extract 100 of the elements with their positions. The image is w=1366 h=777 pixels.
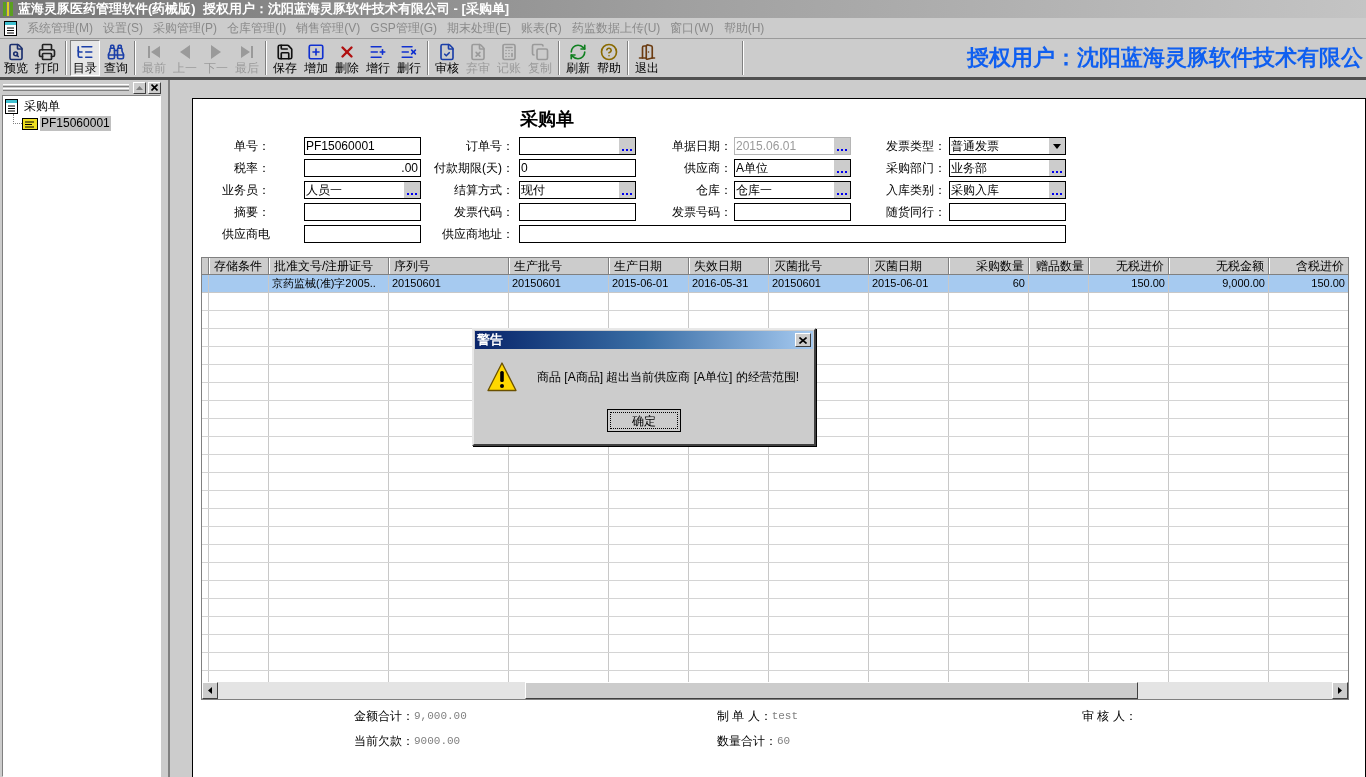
column-header[interactable]: 存储条件 bbox=[209, 258, 269, 274]
tree-item[interactable]: 采购单 bbox=[23, 98, 61, 114]
field-label: 发票号码： bbox=[671, 204, 733, 221]
scroll-thumb[interactable] bbox=[525, 682, 1138, 699]
table-cell: 京药监械(准)字2005.. bbox=[269, 275, 389, 292]
column-header[interactable]: 批准文号/注册证号 bbox=[269, 258, 389, 274]
close-button[interactable] bbox=[795, 333, 811, 347]
form-title: 采购单 bbox=[520, 109, 574, 129]
collapse-button[interactable] bbox=[133, 81, 146, 94]
right-arrow-icon bbox=[1338, 687, 1342, 694]
toolbar-button[interactable]: 保存 bbox=[270, 40, 300, 76]
document-icon bbox=[4, 20, 17, 36]
calculator-icon bbox=[500, 43, 518, 61]
field-label: 摘要： bbox=[233, 204, 271, 221]
input-field[interactable]: .00 bbox=[304, 159, 421, 177]
table-row[interactable]: 京药监械(准)字2005.. 20150601 20150601 2015-06-01 2016-05-31 20150601 2015-06-01 60 150.00 9,000.00 150.00 bbox=[202, 275, 1348, 293]
dialog-message: 商品 [A商品] 超出当前供应商 [A单位] 的经营范围! bbox=[537, 369, 799, 385]
dialog-title: 警告 bbox=[477, 332, 503, 348]
dropdown[interactable]: 普通发票 bbox=[949, 137, 1066, 155]
input-field[interactable]: PF15060001 bbox=[304, 137, 421, 155]
lookup-field[interactable]: 现付 bbox=[519, 181, 636, 199]
input-field[interactable] bbox=[519, 203, 636, 221]
toolbar-button[interactable]: 预览 bbox=[1, 40, 31, 76]
column-header[interactable]: 无税金额 bbox=[1169, 258, 1269, 274]
field-label: 随货同行： bbox=[885, 204, 947, 221]
field-label: 发票类型： bbox=[885, 138, 947, 155]
input-field[interactable] bbox=[519, 225, 1066, 243]
copy-icon bbox=[531, 43, 549, 61]
tree-item[interactable]: PF15060001 bbox=[40, 116, 111, 131]
refresh-icon bbox=[569, 43, 587, 61]
column-header[interactable]: 含税进价 bbox=[1269, 258, 1349, 274]
table-cell: 150.00 bbox=[1269, 275, 1348, 292]
summary-label: 审 核 人： bbox=[1082, 707, 1137, 724]
toolbar-button[interactable]: 审核 bbox=[432, 40, 462, 76]
toolbar-button[interactable]: 帮助 bbox=[594, 40, 624, 76]
column-header[interactable]: 生产日期 bbox=[609, 258, 689, 274]
lookup-button[interactable] bbox=[834, 182, 850, 198]
toolbar-button[interactable]: 删除 bbox=[332, 40, 362, 76]
column-header[interactable]: 灭菌日期 bbox=[869, 258, 949, 274]
lookup-field[interactable]: 人员一 bbox=[304, 181, 421, 199]
field-label: 订单号： bbox=[465, 138, 515, 155]
lookup-button[interactable] bbox=[1049, 182, 1065, 198]
input-field[interactable] bbox=[734, 203, 851, 221]
ok-button[interactable]: 确定 bbox=[607, 409, 681, 432]
skip-back-icon bbox=[147, 45, 161, 59]
lookup-field[interactable]: A单位 bbox=[734, 159, 851, 177]
toolbar-button[interactable]: 增行 bbox=[363, 40, 393, 76]
toolbar-button[interactable]: 退出 bbox=[632, 40, 662, 76]
toolbar-button[interactable]: 删行 bbox=[394, 40, 424, 76]
toolbar-button[interactable]: 增加 bbox=[301, 40, 331, 76]
input-field[interactable]: 0 bbox=[519, 159, 636, 177]
field-label: 单号： bbox=[233, 138, 271, 155]
input-field[interactable] bbox=[304, 203, 421, 221]
close-button[interactable] bbox=[148, 81, 161, 94]
field-label: 供应商地址： bbox=[441, 226, 515, 243]
column-header[interactable]: 序列号 bbox=[389, 258, 509, 274]
table-cell: 60 bbox=[949, 275, 1029, 292]
toolbar-button[interactable]: 目录 bbox=[70, 40, 100, 76]
vertical-bars-icon bbox=[3, 2, 13, 16]
column-header[interactable]: 灭菌批号 bbox=[769, 258, 869, 274]
right-triangle-icon bbox=[211, 45, 221, 59]
door-icon bbox=[638, 43, 656, 61]
column-header[interactable]: 无税进价 bbox=[1089, 258, 1169, 274]
summary-value: 9000.00 bbox=[414, 733, 461, 749]
lookup-field[interactable]: 采购入库 bbox=[949, 181, 1066, 199]
toolbar-button[interactable]: 刷新 bbox=[563, 40, 593, 76]
column-header[interactable]: 采购数量 bbox=[949, 258, 1029, 274]
table-cell: 20150601 bbox=[509, 275, 609, 292]
column-header[interactable]: 失效日期 bbox=[689, 258, 769, 274]
lookup-field[interactable]: 仓库一 bbox=[734, 181, 851, 199]
close-icon bbox=[799, 336, 807, 344]
lookup-button[interactable] bbox=[834, 160, 850, 176]
lookup-button[interactable] bbox=[404, 182, 420, 198]
column-header[interactable]: 赠品数量 bbox=[1029, 258, 1089, 274]
lookup-button[interactable] bbox=[1049, 160, 1065, 176]
field-label: 税率： bbox=[233, 160, 271, 177]
toolbar-button[interactable]: 查询 bbox=[101, 40, 131, 76]
dropdown-button[interactable] bbox=[1049, 138, 1065, 154]
up-triangle-icon bbox=[136, 85, 143, 90]
list-plus-icon bbox=[369, 43, 387, 61]
document-list-icon bbox=[5, 98, 18, 114]
drag-handle[interactable] bbox=[3, 84, 129, 91]
x-mark-icon bbox=[338, 43, 356, 61]
input-field[interactable] bbox=[304, 225, 421, 243]
table-cell: 9,000.00 bbox=[1169, 275, 1269, 292]
toolbar-button[interactable]: 打印 bbox=[32, 40, 62, 76]
summary-label: 金额合计： bbox=[354, 707, 414, 724]
lookup-button[interactable] bbox=[619, 138, 635, 154]
scroll-right-button[interactable] bbox=[1332, 682, 1348, 699]
list-tree-icon bbox=[76, 43, 94, 61]
input-field[interactable] bbox=[949, 203, 1066, 221]
lookup-button[interactable] bbox=[619, 182, 635, 198]
column-header[interactable]: 生产批号 bbox=[509, 258, 609, 274]
scroll-left-button[interactable] bbox=[202, 682, 218, 699]
lookup-field[interactable] bbox=[519, 137, 636, 155]
field-label: 仓库： bbox=[695, 182, 733, 199]
file-check-icon bbox=[438, 43, 456, 61]
lookup-field[interactable]: 业务部 bbox=[949, 159, 1066, 177]
field-label: 入库类别： bbox=[885, 182, 947, 199]
table-cell: 2016-05-31 bbox=[689, 275, 769, 292]
